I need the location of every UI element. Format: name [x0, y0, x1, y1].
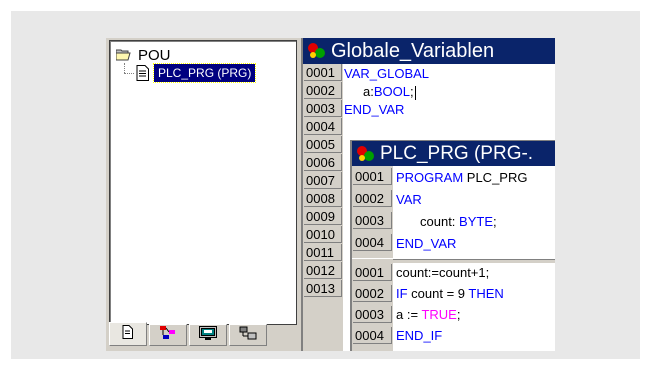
tree-connector	[124, 73, 134, 74]
code-line[interactable]: VAR	[396, 191, 422, 208]
tree-item-plc-prg[interactable]: PLC_PRG (PRG)	[136, 62, 257, 84]
resources-icon	[239, 326, 257, 345]
tab-visualizations[interactable]	[189, 324, 227, 346]
line-number: 0004	[353, 234, 392, 251]
line-number: 0002	[353, 285, 392, 302]
pane-splitter[interactable]	[393, 259, 555, 263]
code-line[interactable]: IF count = 9 THEN	[396, 285, 504, 302]
line-number: 0002	[353, 190, 392, 207]
line-number: 0010	[304, 226, 342, 243]
line-number: 0011	[304, 244, 342, 261]
code-token: ;	[409, 84, 414, 99]
code-line[interactable]: PROGRAM PLC_PRG	[396, 169, 527, 186]
program-icon	[356, 145, 376, 163]
tab-pous[interactable]	[109, 322, 147, 346]
document-icon	[122, 324, 134, 344]
code-token: IF	[396, 286, 408, 301]
code-line[interactable]: VAR_GLOBAL	[344, 65, 429, 82]
code-line[interactable]: a := TRUE;	[396, 306, 460, 323]
line-number: 0003	[353, 212, 392, 229]
code-token: BOOL	[373, 84, 410, 99]
line-number: 0007	[304, 172, 342, 189]
line-number-gutter: 0001 0002 0003 0004	[352, 259, 393, 351]
code-line[interactable]: END_VAR	[396, 235, 456, 252]
object-organizer-tabs	[109, 322, 269, 346]
tree-connector	[124, 63, 125, 73]
line-number: 0008	[304, 190, 342, 207]
line-number-gutter: 0001 0002 0003 0004	[352, 166, 393, 258]
code-token: PROGRAM	[396, 170, 464, 185]
document-icon	[136, 65, 150, 81]
code-token: THEN	[468, 286, 504, 301]
code-line[interactable]: count: BYTE;	[420, 213, 497, 230]
plc-prg-titlebar[interactable]: PLC_PRG (PRG-.	[352, 141, 555, 166]
code-line[interactable]: END_VAR	[344, 101, 404, 118]
code-token: count = 9	[407, 286, 469, 301]
line-number: 0009	[304, 208, 342, 225]
plc-prg-window: PLC_PRG (PRG-. 0001 0002 0003 0004 PROGR…	[350, 140, 555, 351]
line-number: 0001	[353, 168, 392, 185]
visualization-icon	[199, 325, 217, 345]
code-line[interactable]: END_IF	[396, 327, 442, 344]
window-title: PLC_PRG (PRG-.	[380, 142, 534, 164]
variables-icon	[307, 42, 327, 60]
line-number: 0004	[353, 327, 392, 344]
tab-datatypes[interactable]	[149, 324, 187, 346]
line-number: 0001	[304, 64, 342, 81]
code-token: ;	[456, 307, 461, 322]
line-number: 0003	[304, 100, 342, 117]
codesys-screenshot: POU PLC_PRG (PRG) Globale_Variablen 0001…	[106, 38, 555, 351]
datatype-icon	[160, 325, 176, 345]
globale-variablen-titlebar[interactable]: Globale_Variablen	[303, 38, 555, 64]
code-token: PLC_PRG	[463, 170, 528, 185]
tab-resources[interactable]	[229, 324, 267, 346]
code-line[interactable]: count:=count+1;	[396, 264, 489, 281]
code-token: TRUE	[421, 307, 457, 322]
code-line[interactable]: a:BOOL;	[363, 83, 416, 100]
tree-item-label: PLC_PRG (PRG)	[152, 63, 257, 83]
line-number: 0013	[304, 280, 342, 297]
code-token: a :=	[396, 307, 422, 322]
text-caret	[414, 85, 416, 100]
code-token: count:	[420, 214, 460, 229]
line-number-gutter: 0001 0002 0003 0004 0005 0006 0007 0008 …	[303, 64, 343, 351]
line-number: 0004	[304, 118, 342, 135]
line-number: 0001	[353, 264, 392, 281]
line-number: 0003	[353, 306, 392, 323]
line-number: 0005	[304, 136, 342, 153]
line-number: 0002	[304, 82, 342, 99]
code-token: a:	[363, 84, 374, 99]
window-title: Globale_Variablen	[331, 39, 495, 62]
line-number: 0012	[304, 262, 342, 279]
folder-open-icon	[116, 49, 132, 61]
line-number: 0006	[304, 154, 342, 171]
code-token: BYTE	[459, 214, 493, 229]
code-token: ;	[493, 214, 497, 229]
tree-root-label: POU	[138, 46, 171, 64]
pou-tree: POU PLC_PRG (PRG)	[109, 40, 297, 325]
